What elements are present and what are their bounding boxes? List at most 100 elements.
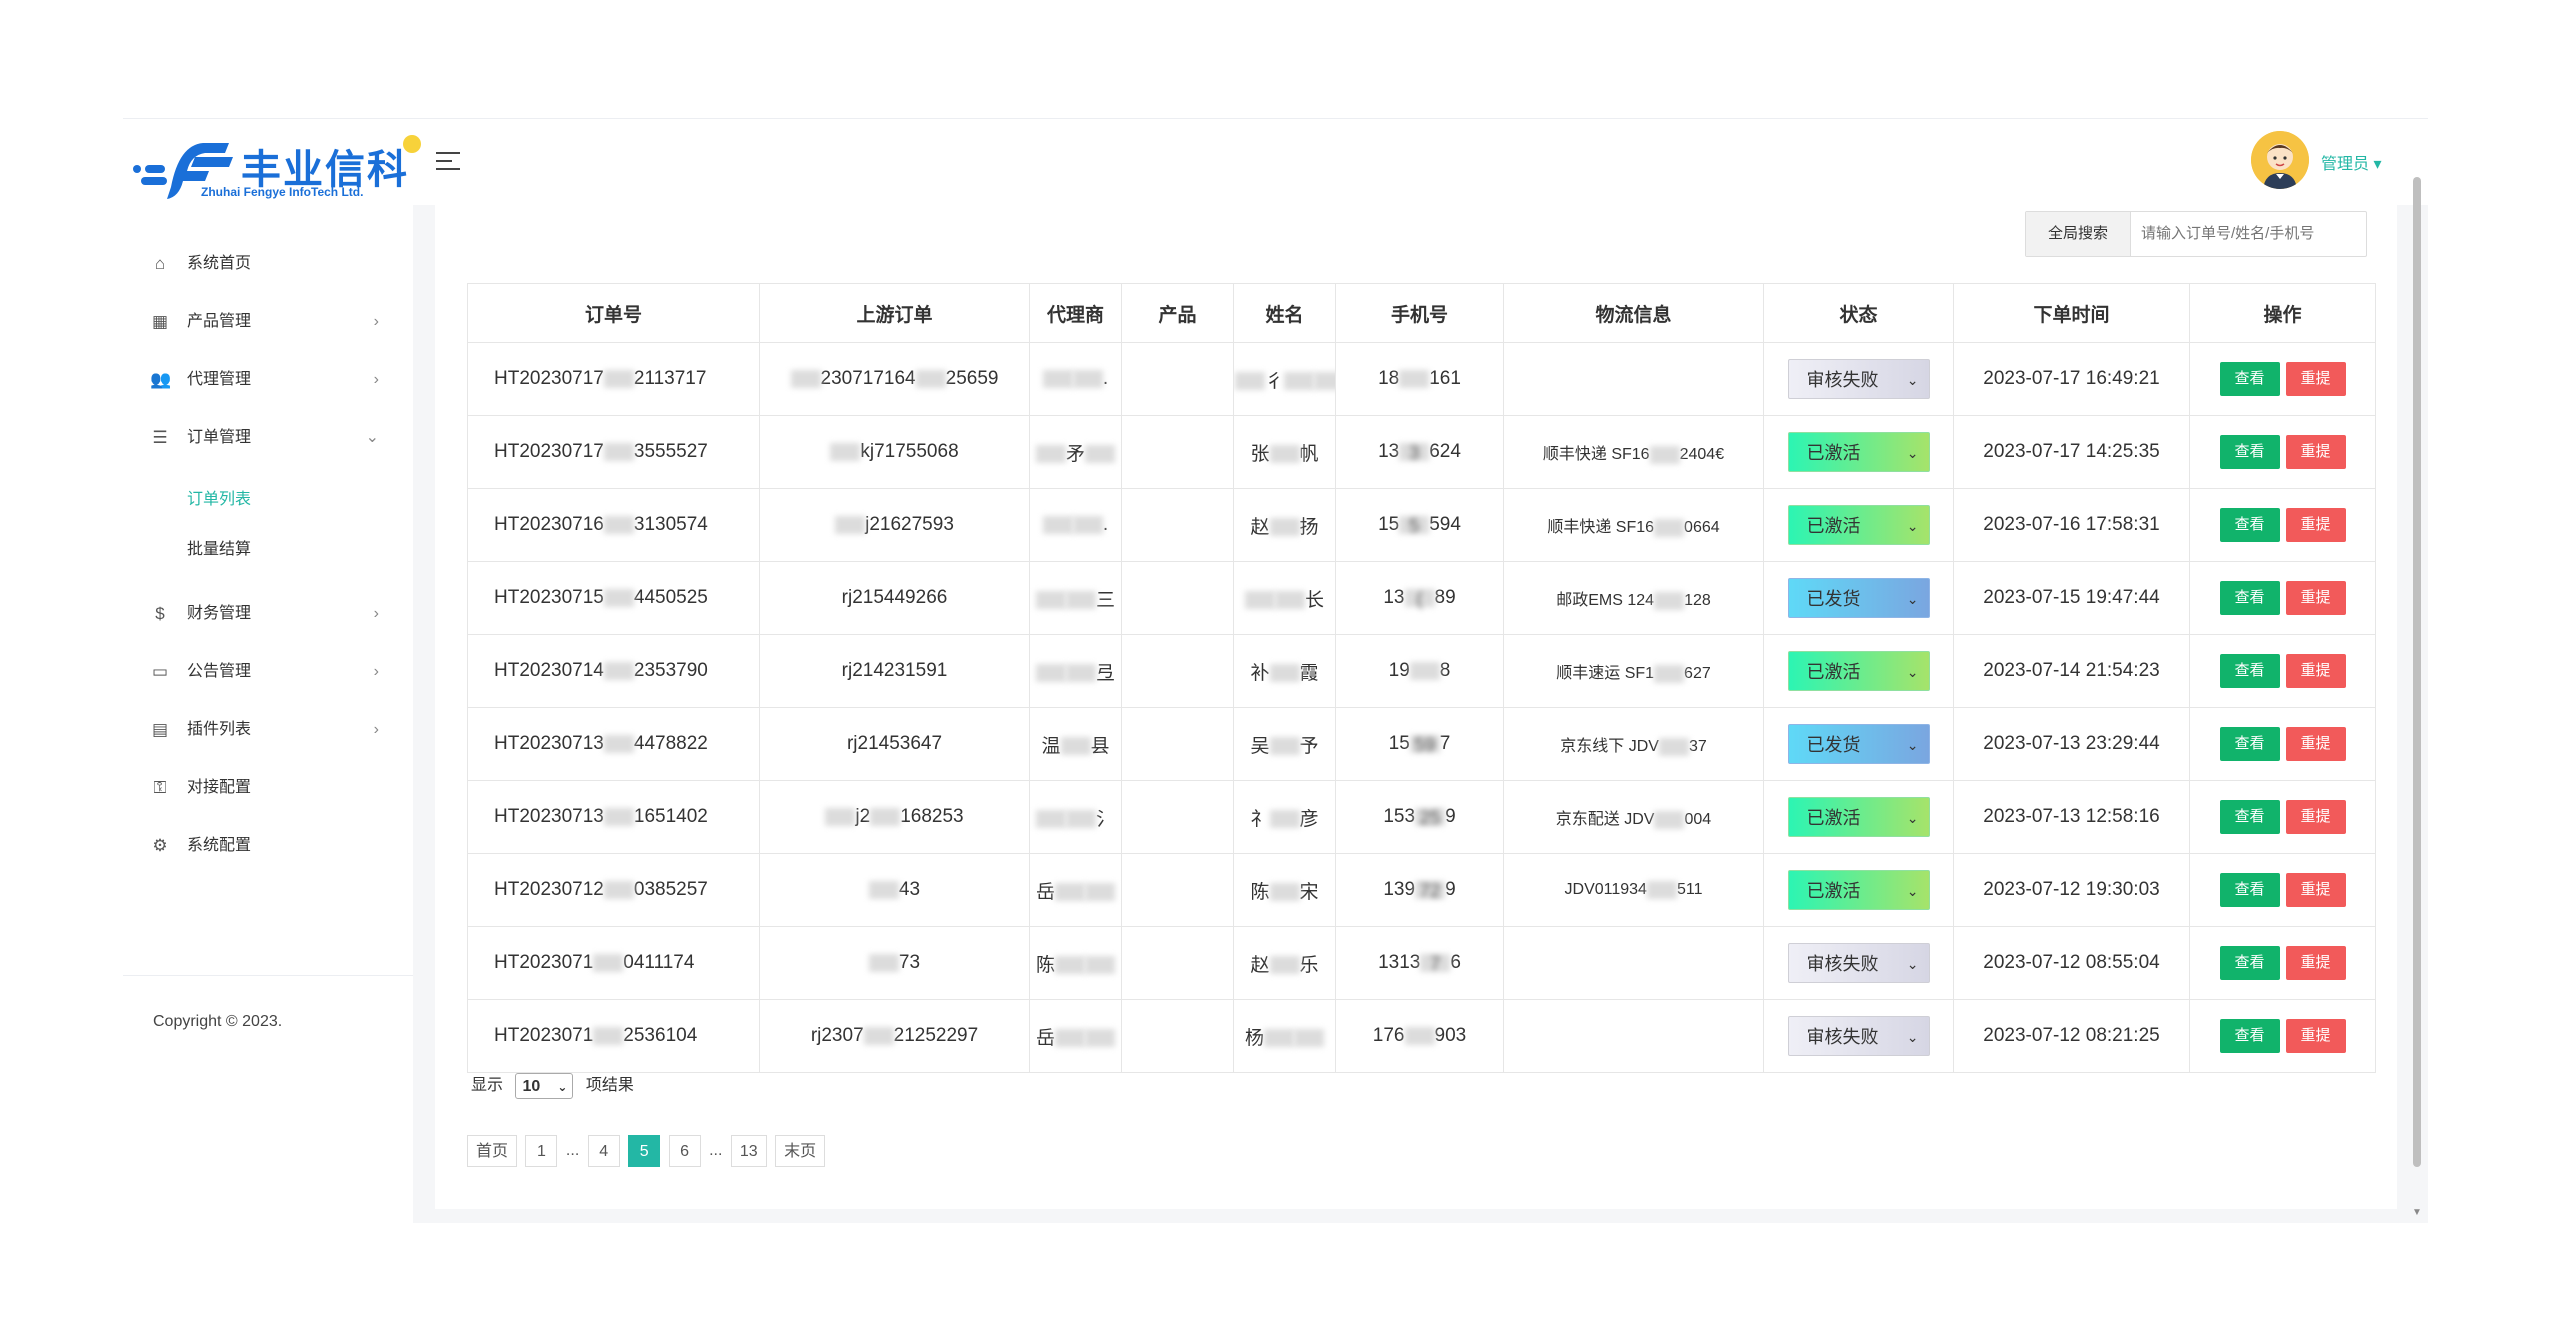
actions-cell: 查看 重提 xyxy=(2189,488,2376,562)
menu-toggle-icon[interactable] xyxy=(436,152,460,172)
redacted-segment xyxy=(1065,664,1096,683)
status-select[interactable]: 已激活 ⌄ xyxy=(1787,505,1930,545)
text-segment: 16 xyxy=(879,514,902,535)
column-header[interactable]: 手机号 xyxy=(1335,283,1504,343)
sidebar-item-products[interactable]: ▦ 产品管理 › xyxy=(123,293,413,351)
status-value: 已激活 xyxy=(1806,662,1861,682)
status-select[interactable]: 已发货 ⌄ xyxy=(1787,578,1930,618)
sidebar-item-label: 插件列表 xyxy=(187,721,252,738)
resubmit-button[interactable]: 重提 xyxy=(2285,800,2346,834)
sidebar-item-orders[interactable]: ☰ 订单管理 ⌄ xyxy=(123,409,413,467)
sidebar-item-finance[interactable]: $ 财务管理 › xyxy=(123,585,413,643)
phone-cell: 13(89 xyxy=(1335,561,1504,635)
resubmit-button[interactable]: 重提 xyxy=(2285,1019,2346,1053)
status-select[interactable]: 审核失败 ⌄ xyxy=(1787,1016,1930,1056)
redacted-segment xyxy=(1269,883,1300,902)
resubmit-button[interactable]: 重提 xyxy=(2285,727,2346,761)
grid-icon: ▦ xyxy=(151,312,169,331)
column-header[interactable]: 下单时间 xyxy=(1953,283,2190,343)
column-header[interactable]: 状态 xyxy=(1763,283,1954,343)
sidebar-item-integration[interactable]: ⚿ 对接配置 xyxy=(123,759,413,817)
column-header[interactable]: 代理商 xyxy=(1029,283,1122,343)
search-input[interactable] xyxy=(2131,212,2361,254)
scrollbar-thumb[interactable] xyxy=(2413,177,2421,1167)
sidebar-item-agents[interactable]: 👥 代理管理 › xyxy=(123,351,413,409)
page-button[interactable]: 13 xyxy=(730,1135,767,1167)
page-button[interactable]: 6 xyxy=(668,1135,701,1167)
redacted-segment xyxy=(1404,1026,1435,1045)
resubmit-button[interactable]: 重提 xyxy=(2285,508,2346,542)
page-ellipsis: ... xyxy=(565,1142,580,1159)
resubmit-button[interactable]: 重提 xyxy=(2285,946,2346,980)
status-select[interactable]: 已激活 ⌄ xyxy=(1787,797,1930,837)
page-button-current[interactable]: 5 xyxy=(628,1135,661,1167)
user-menu[interactable]: 管理员 ▾ xyxy=(2321,150,2381,174)
status-select[interactable]: 已激活 ⌄ xyxy=(1787,870,1930,910)
status-select[interactable]: 已激活 ⌄ xyxy=(1787,651,1930,691)
text-segment: 县 xyxy=(1090,735,1110,757)
status-select[interactable]: 审核失败 ⌄ xyxy=(1787,359,1930,399)
chevron-down-icon: ⌄ xyxy=(557,1079,568,1094)
column-header[interactable]: 操作 xyxy=(2189,283,2376,343)
text-segment: j2 xyxy=(847,660,863,681)
status-value: 已发货 xyxy=(1806,735,1861,755)
status-select[interactable]: 审核失败 ⌄ xyxy=(1787,943,1930,983)
page-button[interactable]: 4 xyxy=(587,1135,620,1167)
customer-name-cell: 杨 xyxy=(1233,999,1336,1073)
column-header[interactable]: 产品 xyxy=(1121,283,1234,343)
page-last-button[interactable]: 末页 xyxy=(775,1135,826,1167)
status-select[interactable]: 已发货 ⌄ xyxy=(1787,724,1930,764)
view-button[interactable]: 查看 xyxy=(2219,800,2280,834)
redacted-segment xyxy=(603,807,634,826)
status-cell: 审核失败 ⌄ xyxy=(1763,999,1954,1073)
text-segment: HT20230713 xyxy=(494,806,604,827)
resubmit-button[interactable]: 重提 xyxy=(2285,654,2346,688)
resubmit-button[interactable]: 重提 xyxy=(2285,581,2346,615)
text-segment: 161 xyxy=(1429,368,1461,389)
sidebar-subitem-batch-settlement[interactable]: 批量结算 xyxy=(123,525,413,575)
view-button[interactable]: 查看 xyxy=(2219,362,2280,396)
resubmit-button[interactable]: 重提 xyxy=(2285,362,2346,396)
agent-cell: 温县 xyxy=(1029,707,1122,781)
view-button[interactable]: 查看 xyxy=(2219,727,2280,761)
view-button[interactable]: 查看 xyxy=(2219,435,2280,469)
sidebar-item-home[interactable]: ⌂ 系统首页 xyxy=(123,235,413,293)
avatar[interactable] xyxy=(2251,131,2309,189)
redacted-segment xyxy=(1294,1029,1324,1048)
column-header[interactable]: 上游订单 xyxy=(759,283,1030,343)
view-button[interactable]: 查看 xyxy=(2219,581,2280,615)
view-button[interactable]: 查看 xyxy=(2219,1019,2280,1053)
order-number-cell: HT20230713 1651402 xyxy=(467,780,760,854)
text-segment: 张 xyxy=(1250,443,1270,465)
vertical-scrollbar[interactable]: ▼ xyxy=(2410,119,2424,1223)
page-first-button[interactable]: 首页 xyxy=(467,1135,518,1167)
text-segment: 4478822 xyxy=(633,733,708,754)
chevron-right-icon: › xyxy=(373,371,379,388)
text-segment: 176 xyxy=(1372,1025,1405,1046)
text-segment: 717 xyxy=(874,441,906,462)
sidebar-item-label: 订单管理 xyxy=(187,429,252,446)
status-select[interactable]: 已激活 ⌄ xyxy=(1787,432,1930,472)
page-size-select[interactable]: 10 ⌄ xyxy=(515,1072,574,1099)
resubmit-button[interactable]: 重提 xyxy=(2285,873,2346,907)
sidebar-item-system-settings[interactable]: ⚙ 系统配置 xyxy=(123,817,413,875)
sidebar-item-plugins[interactable]: ▤ 插件列表 › xyxy=(123,701,413,759)
view-button[interactable]: 查看 xyxy=(2219,508,2280,542)
column-header[interactable]: 物流信息 xyxy=(1503,283,1764,343)
resubmit-button[interactable]: 重提 xyxy=(2285,435,2346,469)
chevron-down-icon: ⌄ xyxy=(1906,737,1919,753)
actions-cell: 查看 重提 xyxy=(2189,780,2376,854)
text-segment: 彳 xyxy=(1265,370,1285,392)
customer-name-cell: 礻彦 xyxy=(1233,780,1336,854)
view-button[interactable]: 查看 xyxy=(2219,873,2280,907)
scroll-down-arrow-icon[interactable]: ▼ xyxy=(2410,1207,2424,1218)
column-header[interactable]: 订单号 xyxy=(467,283,760,343)
sidebar-subitem-order-list[interactable]: 订单列表 xyxy=(123,475,413,525)
view-button[interactable]: 查看 xyxy=(2219,946,2280,980)
page-button[interactable]: 1 xyxy=(525,1135,558,1167)
view-button[interactable]: 查看 xyxy=(2219,654,2280,688)
status-value: 审核失败 xyxy=(1806,1027,1879,1047)
column-header[interactable]: 姓名 xyxy=(1233,283,1336,343)
sidebar-item-announcements[interactable]: ▭ 公告管理 › xyxy=(123,643,413,701)
product-cell xyxy=(1121,999,1234,1073)
